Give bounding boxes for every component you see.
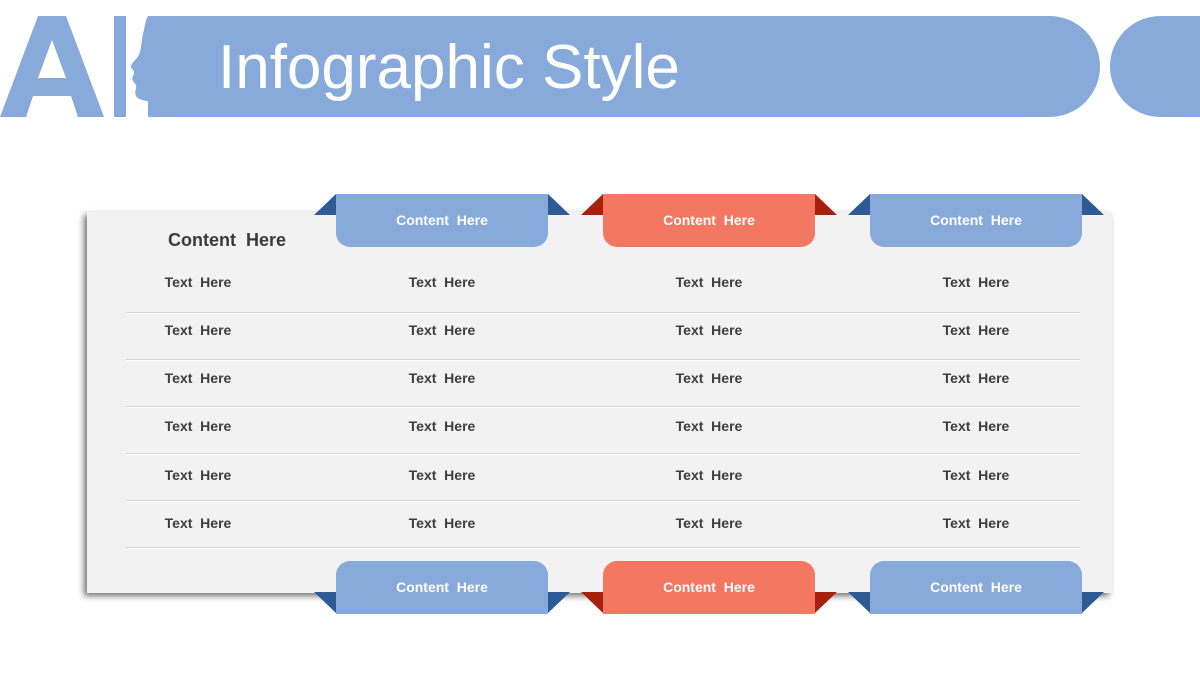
table-cell: Text Here xyxy=(675,370,743,386)
panel-title: Content Here xyxy=(168,230,287,250)
tab-fold-left xyxy=(314,592,336,613)
top-tab-3: Content Here xyxy=(870,194,1082,247)
table-cell: Text Here xyxy=(942,274,1010,290)
tab-fold-left xyxy=(581,194,603,215)
table-row: Text Here Text Here Text Here Text Here xyxy=(126,311,1080,359)
bottom-tab-1: Content Here xyxy=(336,561,548,614)
table-row: Text Here Text Here Text Here Text Here xyxy=(126,456,1080,504)
table-cell: Text Here xyxy=(675,322,743,338)
table-cell: Text Here xyxy=(408,322,476,338)
table-row: Text Here Text Here Text Here Text Here xyxy=(126,263,1080,311)
tab-fold-left xyxy=(314,194,336,215)
table-row: Text Here Text Here Text Here Text Here xyxy=(126,359,1080,407)
table-cell: Text Here xyxy=(942,418,1010,434)
table-cell: Text Here xyxy=(408,515,476,531)
table-cell: Text Here xyxy=(408,370,476,386)
decorative-pill xyxy=(1110,16,1200,117)
table-cell: Text Here xyxy=(942,467,1010,483)
table-cell: Text Here xyxy=(408,418,476,434)
table-cell: Text Here xyxy=(675,274,743,290)
tab-fold-right xyxy=(815,592,837,613)
tab-fold-right xyxy=(548,194,570,215)
bottom-tab-2: Content Here xyxy=(603,561,815,614)
row-divider xyxy=(126,453,1080,454)
table-cell: Text Here xyxy=(942,515,1010,531)
table-cell: Text Here xyxy=(675,467,743,483)
tab-fold-right xyxy=(815,194,837,215)
top-tab-2: Content Here xyxy=(603,194,815,247)
table-row: Text Here Text Here Text Here Text Here xyxy=(126,504,1080,552)
tab-fold-left xyxy=(581,592,603,613)
tab-fold-left xyxy=(848,194,870,215)
table-cell: Text Here xyxy=(164,274,232,290)
tab-fold-right xyxy=(548,592,570,613)
table-cell: Text Here xyxy=(164,322,232,338)
tab-fold-left xyxy=(848,592,870,613)
table-cell: Text Here xyxy=(675,418,743,434)
row-divider xyxy=(126,500,1080,501)
table-cell: Text Here xyxy=(408,274,476,290)
tab-fold-right xyxy=(1082,194,1104,215)
table-cell: Text Here xyxy=(408,467,476,483)
table-cell: Text Here xyxy=(164,370,232,386)
table-cell: Text Here xyxy=(942,370,1010,386)
bottom-tab-3: Content Here xyxy=(870,561,1082,614)
ai-head-logo xyxy=(0,16,162,117)
slide-title: Infographic Style xyxy=(218,33,680,102)
tab-fold-right xyxy=(1082,592,1104,613)
table-cell: Text Here xyxy=(164,515,232,531)
table-cell: Text Here xyxy=(164,467,232,483)
table-cell: Text Here xyxy=(675,515,743,531)
top-tab-1: Content Here xyxy=(336,194,548,247)
table-cell: Text Here xyxy=(942,322,1010,338)
row-divider xyxy=(126,547,1080,548)
table-cell: Text Here xyxy=(164,418,232,434)
table-row: Text Here Text Here Text Here Text Here xyxy=(126,407,1080,455)
